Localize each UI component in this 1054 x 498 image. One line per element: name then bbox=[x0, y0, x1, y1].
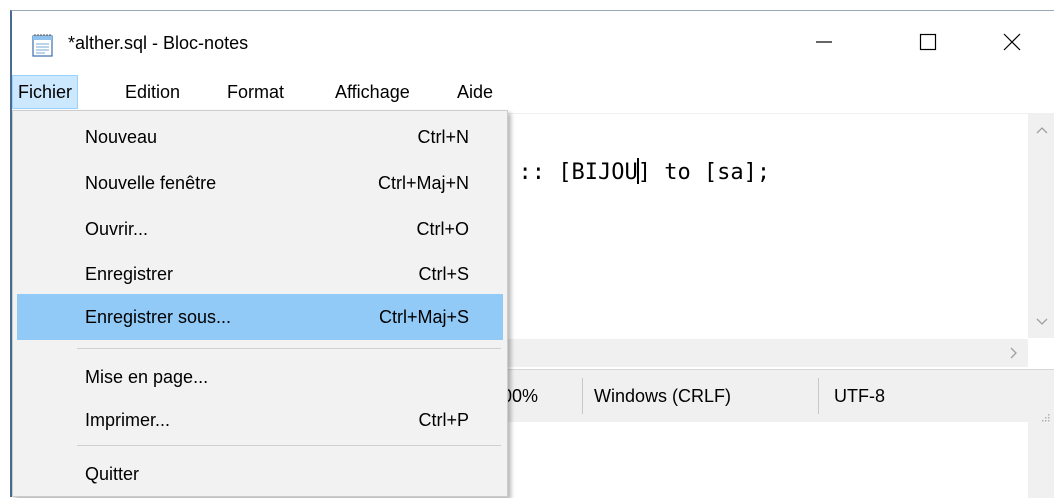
window-title: *alther.sql - Bloc-notes bbox=[68, 33, 249, 53]
menu-affichage[interactable]: Affichage bbox=[330, 75, 415, 109]
menu-item-label: Imprimer... bbox=[85, 410, 171, 430]
title-bar[interactable]: *alther.sql - Bloc-notes bbox=[12, 11, 1054, 73]
minimize-button[interactable] bbox=[800, 19, 848, 69]
menu-item-shortcut: Ctrl+P bbox=[418, 410, 469, 430]
menu-item-label: Enregistrer sous... bbox=[85, 307, 232, 327]
status-encoding: UTF-8 bbox=[834, 386, 885, 406]
menu-fichier[interactable]: Fichier bbox=[12, 75, 79, 109]
menu-item-imprimer[interactable]: Imprimer... Ctrl+P bbox=[17, 402, 503, 438]
menu-item-label: Ouvrir... bbox=[85, 219, 149, 239]
menu-item-shortcut: Ctrl+Maj+S bbox=[378, 307, 469, 327]
menu-item-nouvelle-fenetre[interactable]: Nouvelle fenêtre Ctrl+Maj+N bbox=[17, 165, 503, 201]
file-menu-dropdown: Nouveau Ctrl+N Nouvelle fenêtre Ctrl+Maj… bbox=[12, 110, 508, 497]
editor-text-line[interactable]: E :: [BIJOU] to [sa]; bbox=[492, 158, 770, 185]
vertical-scrollbar[interactable] bbox=[1028, 113, 1054, 338]
menu-item-shortcut: Ctrl+S bbox=[418, 264, 469, 284]
close-icon bbox=[1002, 32, 1022, 57]
menu-item-label: Nouvelle fenêtre bbox=[85, 173, 217, 193]
editor-text-after-caret: ] to [sa]; bbox=[637, 160, 771, 185]
close-button[interactable] bbox=[988, 19, 1036, 69]
status-divider bbox=[818, 378, 819, 414]
menu-bar: Fichier Edition Format Affichage Aide bbox=[12, 75, 1054, 109]
menu-item-label: Mise en page... bbox=[85, 367, 209, 387]
scroll-down-icon[interactable] bbox=[1028, 309, 1054, 335]
menu-separator bbox=[77, 348, 501, 349]
menu-item-ouvrir[interactable]: Ouvrir... Ctrl+O bbox=[17, 211, 503, 247]
status-divider bbox=[582, 378, 583, 414]
menu-item-label: Nouveau bbox=[85, 127, 158, 147]
maximize-icon bbox=[918, 32, 938, 57]
menu-separator bbox=[77, 445, 501, 446]
menu-item-mise-en-page[interactable]: Mise en page... bbox=[17, 359, 503, 395]
notepad-icon bbox=[32, 33, 54, 57]
window-edge bbox=[1028, 422, 1054, 498]
maximize-button[interactable] bbox=[904, 19, 952, 69]
scroll-right-icon[interactable] bbox=[1000, 340, 1028, 366]
menu-item-shortcut: Ctrl+Maj+N bbox=[377, 173, 469, 193]
menu-item-enregistrer-sous[interactable]: Enregistrer sous... Ctrl+Maj+S bbox=[17, 294, 503, 340]
scroll-up-icon[interactable] bbox=[1028, 117, 1054, 143]
resize-grip-icon[interactable] bbox=[1040, 406, 1050, 422]
menu-item-shortcut: Ctrl+N bbox=[417, 127, 469, 147]
menu-item-shortcut: Ctrl+O bbox=[416, 219, 469, 239]
menu-item-enregistrer[interactable]: Enregistrer Ctrl+S bbox=[17, 256, 503, 292]
minimize-icon bbox=[814, 32, 834, 57]
editor-text-before-caret: E :: [BIJOU bbox=[492, 160, 638, 185]
menu-item-nouveau[interactable]: Nouveau Ctrl+N bbox=[17, 119, 503, 155]
menu-edition[interactable]: Edition bbox=[120, 75, 185, 109]
menu-item-quitter[interactable]: Quitter bbox=[17, 456, 503, 492]
status-line-ending: Windows (CRLF) bbox=[594, 386, 732, 406]
menu-item-label: Enregistrer bbox=[85, 264, 174, 284]
menu-item-label: Quitter bbox=[85, 464, 140, 484]
menu-format[interactable]: Format bbox=[222, 75, 289, 109]
menu-aide[interactable]: Aide bbox=[452, 75, 498, 109]
